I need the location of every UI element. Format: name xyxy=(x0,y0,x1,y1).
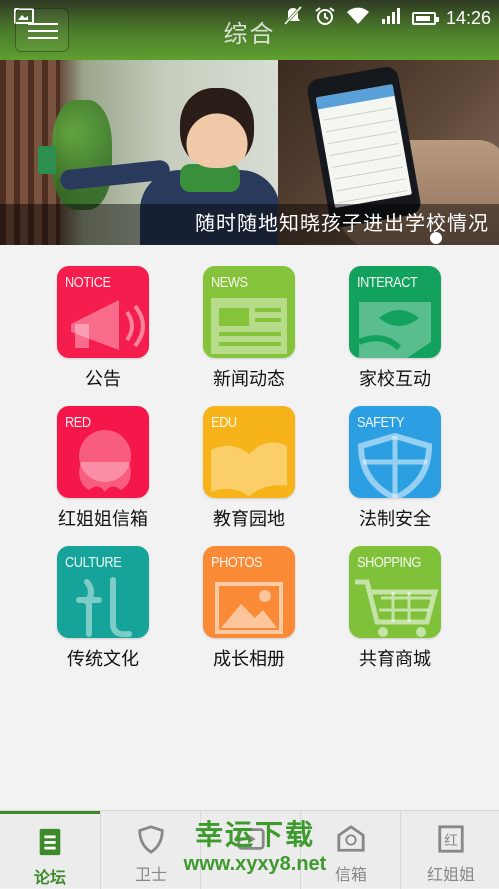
tile-tag: RED xyxy=(65,414,91,431)
grid-tile[interactable]: INTERACT xyxy=(349,266,441,358)
grid-tile[interactable]: SAFETY xyxy=(349,406,441,498)
grid-tile[interactable]: NEWS xyxy=(203,266,295,358)
grid-tile[interactable]: SHOPPING xyxy=(349,546,441,638)
nav-label: 红姐姐 xyxy=(426,865,475,884)
grid-item-edu[interactable]: EDU 教育园地 xyxy=(174,385,324,530)
grid-tile[interactable]: NOTICE xyxy=(57,266,149,358)
girl-scarf xyxy=(180,164,240,192)
watermark-url: www.xyxy8.net xyxy=(183,853,327,875)
tile-tag: INTERACT xyxy=(357,274,418,291)
svg-text:红: 红 xyxy=(444,834,458,850)
phone-screen-list xyxy=(322,100,408,204)
carousel-indicator-dot[interactable] xyxy=(430,232,442,244)
grid-item-red[interactable]: RED 红姐姐信箱 xyxy=(28,385,178,530)
grid-tile[interactable]: RED xyxy=(57,406,149,498)
grid-item-label: 传统文化 xyxy=(67,649,139,670)
nav-item-forum-document[interactable]: 论坛 xyxy=(0,811,100,889)
red-sister-icon: 红 xyxy=(438,825,464,853)
girl-head xyxy=(180,88,254,168)
grid-item-label: 成长相册 xyxy=(213,649,285,670)
watermark: 幸运下载 www.xyxy8.net xyxy=(160,818,350,888)
grid-tile[interactable]: PHOTOS xyxy=(203,546,295,638)
watermark-title: 幸运下载 xyxy=(194,818,315,851)
tile-tag: NOTICE xyxy=(65,274,111,291)
phone-screen xyxy=(315,84,412,208)
foliage xyxy=(52,100,112,210)
banner-carousel[interactable]: 随时随地知晓孩子进出学校情况 xyxy=(0,60,499,245)
grid-item-news[interactable]: NEWS 新闻动态 xyxy=(174,245,324,390)
app-header: 14:26 综合 xyxy=(0,0,499,60)
nav-label: 论坛 xyxy=(33,868,66,887)
grid-item-culture[interactable]: CULTURE 传统文化 xyxy=(28,525,178,670)
nav-item-red-sister[interactable]: 红红姐姐 xyxy=(400,811,499,889)
grid-item-safety[interactable]: SAFETY 法制安全 xyxy=(320,385,470,530)
tile-tag: PHOTOS xyxy=(211,554,263,571)
grid-item-shopping[interactable]: SHOPPING 共育商城 xyxy=(320,525,470,670)
tile-tag: NEWS xyxy=(211,274,248,291)
grid-tile[interactable]: CULTURE xyxy=(57,546,149,638)
grid-tile[interactable]: EDU xyxy=(203,406,295,498)
page-title: 综合 xyxy=(223,20,276,48)
banner-caption: 随时随地知晓孩子进出学校情况 xyxy=(195,211,489,235)
tile-tag: CULTURE xyxy=(65,554,122,571)
tile-tag: EDU xyxy=(211,414,237,431)
tile-tag: SHOPPING xyxy=(357,554,421,571)
forum-document-icon xyxy=(39,828,61,856)
grid-item-notice[interactable]: NOTICE 公告 xyxy=(28,245,178,390)
grid-item-label: 共育商城 xyxy=(359,649,431,670)
grid-item-photos[interactable]: PHOTOS 成长相册 xyxy=(174,525,324,670)
card-reader xyxy=(38,146,56,174)
grid-item-interact[interactable]: INTERACT 家校互动 xyxy=(320,245,470,390)
tile-tag: SAFETY xyxy=(357,414,405,431)
